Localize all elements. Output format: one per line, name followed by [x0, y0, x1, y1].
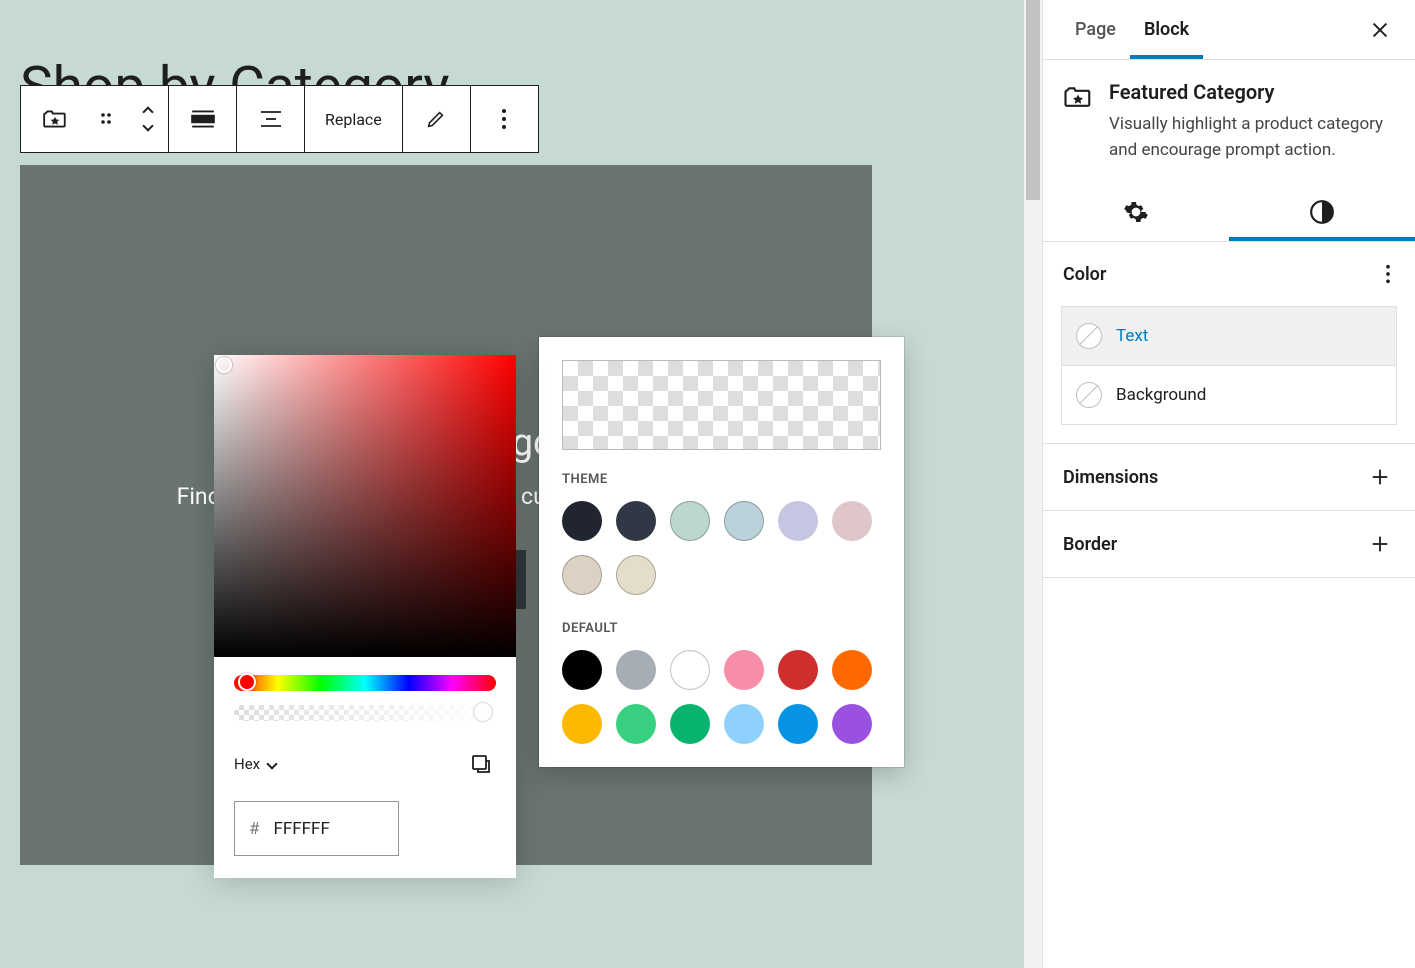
- styles-icon: [1309, 199, 1335, 225]
- color-swatch[interactable]: [616, 650, 656, 690]
- editor-canvas: Shop by Category: [0, 0, 1024, 968]
- color-swatch[interactable]: [616, 501, 656, 541]
- edit-button[interactable]: [403, 86, 470, 152]
- border-panel[interactable]: Border: [1043, 511, 1415, 578]
- border-title: Border: [1063, 534, 1117, 555]
- border-add-button[interactable]: [1365, 529, 1395, 559]
- chevron-up-icon: [144, 108, 152, 116]
- gear-icon: [1123, 199, 1149, 225]
- saturation-area[interactable]: [214, 355, 516, 657]
- color-swatch[interactable]: [832, 501, 872, 541]
- tab-page[interactable]: Page: [1061, 0, 1130, 59]
- color-swatch[interactable]: [778, 704, 818, 744]
- hue-thumb[interactable]: [238, 673, 256, 691]
- color-swatch[interactable]: [832, 650, 872, 690]
- color-item-text[interactable]: Text: [1061, 306, 1397, 366]
- chevron-down-icon: [268, 760, 276, 768]
- sidebar-tabs: Page Block: [1043, 0, 1415, 60]
- block-type-button[interactable]: [21, 86, 88, 152]
- block-description: Visually highlight a product category an…: [1109, 112, 1395, 163]
- copy-color-button[interactable]: [466, 749, 496, 779]
- color-format-label: Hex: [234, 755, 260, 773]
- color-format-select[interactable]: Hex: [234, 755, 276, 773]
- color-panel-options[interactable]: [1381, 260, 1395, 288]
- color-swatch[interactable]: [778, 650, 818, 690]
- background-color-indicator: [1076, 382, 1102, 408]
- alpha-thumb[interactable]: [474, 703, 492, 721]
- hash-prefix: #: [249, 819, 259, 839]
- tab-block[interactable]: Block: [1130, 0, 1203, 59]
- color-text-label: Text: [1116, 326, 1148, 346]
- color-swatch[interactable]: [670, 650, 710, 690]
- color-item-background[interactable]: Background: [1061, 366, 1397, 425]
- block-toolbar: Replace: [20, 85, 539, 153]
- default-swatches: [562, 650, 881, 744]
- saturation-thumb[interactable]: [216, 357, 232, 373]
- color-swatch[interactable]: [778, 501, 818, 541]
- color-swatch[interactable]: [670, 501, 710, 541]
- color-swatch[interactable]: [562, 501, 602, 541]
- content-align-button[interactable]: [237, 86, 304, 152]
- block-card: Featured Category Visually highlight a p…: [1043, 60, 1415, 183]
- color-swatch[interactable]: [562, 555, 602, 595]
- color-swatch[interactable]: [724, 501, 764, 541]
- subtab-styles[interactable]: [1229, 183, 1415, 241]
- color-swatch[interactable]: [616, 555, 656, 595]
- featured-category-icon: [1063, 80, 1093, 163]
- hex-input[interactable]: # FFFFFF: [234, 801, 399, 856]
- block-title: Featured Category: [1109, 80, 1395, 104]
- color-swatch[interactable]: [670, 704, 710, 744]
- color-panel-title: Color: [1063, 264, 1106, 285]
- color-swatch[interactable]: [724, 650, 764, 690]
- align-full-button[interactable]: [169, 86, 236, 152]
- color-palette-popover: THEME DEFAULT: [539, 337, 904, 767]
- color-panel: Color Text Background: [1043, 242, 1415, 444]
- dimensions-add-button[interactable]: [1365, 462, 1395, 492]
- color-swatch[interactable]: [562, 650, 602, 690]
- close-sidebar-button[interactable]: [1363, 13, 1397, 47]
- color-swatch[interactable]: [616, 704, 656, 744]
- canvas-scrollbar[interactable]: [1024, 0, 1042, 968]
- scrollbar-thumb[interactable]: [1026, 0, 1040, 200]
- hue-slider[interactable]: [234, 675, 496, 691]
- color-swatch[interactable]: [832, 704, 872, 744]
- alpha-slider[interactable]: [234, 705, 496, 721]
- text-color-indicator: [1076, 323, 1102, 349]
- color-preview[interactable]: [562, 360, 881, 450]
- drag-handle[interactable]: [88, 86, 128, 152]
- hex-value: FFFFFF: [273, 819, 329, 839]
- subtab-settings[interactable]: [1043, 183, 1229, 241]
- dimensions-title: Dimensions: [1063, 467, 1158, 488]
- color-picker-popover: Hex # FFFFFF: [214, 355, 516, 878]
- chevron-down-icon: [144, 122, 152, 130]
- move-up-down-button[interactable]: [128, 86, 168, 152]
- theme-swatches: [562, 501, 881, 595]
- inspector-subtabs: [1043, 183, 1415, 242]
- theme-palette-label: THEME: [562, 472, 881, 487]
- dimensions-panel[interactable]: Dimensions: [1043, 444, 1415, 511]
- color-background-label: Background: [1116, 385, 1206, 405]
- settings-sidebar: Page Block Featured Category Visually hi…: [1042, 0, 1415, 968]
- color-swatch[interactable]: [724, 704, 764, 744]
- replace-button[interactable]: Replace: [305, 86, 402, 152]
- color-swatch[interactable]: [562, 704, 602, 744]
- default-palette-label: DEFAULT: [562, 621, 881, 636]
- more-options-button[interactable]: [471, 86, 538, 152]
